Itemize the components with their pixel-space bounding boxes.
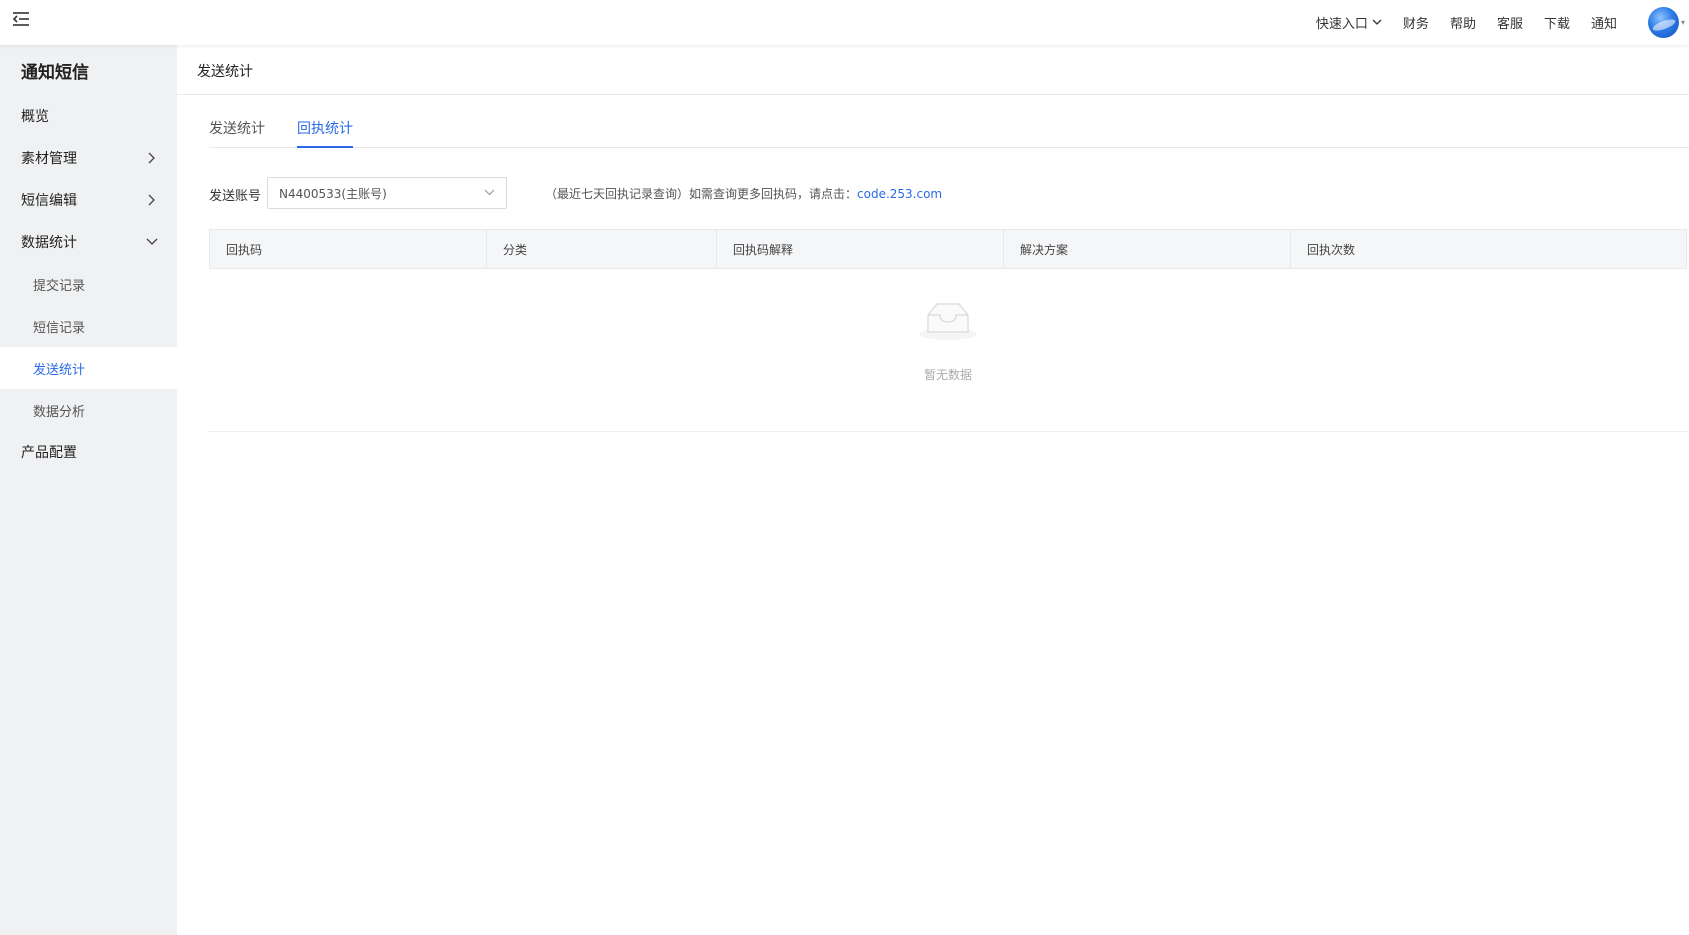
sidebar-subitem-label: 短信记录 xyxy=(33,320,86,336)
table-header: 回执码 分类 回执码解释 解决方案 回执次数 xyxy=(210,230,1686,269)
account-select-value: N4400533(主账号) xyxy=(279,186,387,201)
column-header-category: 分类 xyxy=(487,230,717,269)
sidebar-item-overview[interactable]: 概览 xyxy=(0,95,177,137)
chevron-down-icon xyxy=(484,189,495,196)
empty-inbox-icon xyxy=(918,299,978,345)
column-header-count: 回执次数 xyxy=(1307,243,1356,257)
sidebar-item-label: 素材管理 xyxy=(21,151,77,167)
column-header-receipt-code: 回执码 xyxy=(210,230,487,269)
quick-entry-label: 快速入口 xyxy=(1315,17,1368,32)
empty-text: 暂无数据 xyxy=(923,368,972,382)
nav-finance[interactable]: 财务 xyxy=(1403,13,1429,32)
sidebar-item-statistics[interactable]: 数据统计 xyxy=(0,221,177,263)
account-filter-label: 发送账号 xyxy=(209,189,262,204)
chevron-right-icon xyxy=(148,152,155,164)
sidebar-item-label: 产品配置 xyxy=(21,445,77,461)
nav-download[interactable]: 下载 xyxy=(1544,13,1570,32)
sidebar-item-materials[interactable]: 素材管理 xyxy=(0,137,177,179)
tab-send-statistics[interactable]: 发送统计 xyxy=(209,118,265,148)
nav-notifications[interactable]: 通知 xyxy=(1591,13,1617,32)
sidebar-title: 通知短信 xyxy=(21,63,89,83)
nav-support[interactable]: 客服 xyxy=(1497,13,1523,32)
table-empty-state: 暂无数据 xyxy=(209,268,1687,432)
receipt-hint-text: （最近七天回执记录查询）如需查询更多回执码，请点击： xyxy=(545,187,858,201)
page-title: 发送统计 xyxy=(197,64,253,80)
receipt-table: 回执码 分类 回执码解释 解决方案 回执次数 xyxy=(209,229,1687,269)
main-content: 发送统计 发送统计 回执统计 发送账号 N4400533(主账号) （最近七天回… xyxy=(177,45,1689,935)
chevron-down-icon xyxy=(146,238,158,245)
top-nav: 快速入口 财务 帮助 客服 下载 通知 ▾ xyxy=(1316,0,1689,45)
chevron-down-icon xyxy=(1372,19,1382,25)
quick-entry-dropdown[interactable]: 快速入口 xyxy=(1316,13,1382,32)
sidebar-item-label: 数据统计 xyxy=(21,235,77,251)
sidebar-subitem-label: 发送统计 xyxy=(33,362,86,378)
sidebar-item-product-config[interactable]: 产品配置 xyxy=(0,431,177,473)
sidebar-item-label: 短信编辑 xyxy=(21,193,77,209)
avatar-caret-icon[interactable]: ▾ xyxy=(1681,0,1689,45)
chevron-right-icon xyxy=(148,194,155,206)
sidebar-item-label: 概览 xyxy=(21,109,49,125)
sidebar-item-sms-edit[interactable]: 短信编辑 xyxy=(0,179,177,221)
receipt-hint: （最近七天回执记录查询）如需查询更多回执码，请点击：code.253.com xyxy=(545,185,942,202)
column-header-solution: 解决方案 xyxy=(1004,230,1291,269)
sidebar-subitem-send-statistics[interactable]: 发送统计 xyxy=(0,347,177,389)
sidebar-subitem-label: 数据分析 xyxy=(33,404,86,420)
account-select[interactable]: N4400533(主账号) xyxy=(267,177,507,209)
avatar[interactable] xyxy=(1648,7,1679,38)
receipt-code-link[interactable]: code.253.com xyxy=(857,187,942,201)
top-header: 快速入口 财务 帮助 客服 下载 通知 ▾ xyxy=(0,0,1689,45)
menu-collapse-icon[interactable] xyxy=(10,8,32,30)
sidebar: 通知短信 概览 素材管理 短信编辑 数据统计 提交记录 短信记录 发送统计 数据… xyxy=(0,45,177,935)
sidebar-subitem-label: 提交记录 xyxy=(33,278,86,294)
tab-receipt-statistics[interactable]: 回执统计 xyxy=(297,118,353,148)
tab-bar: 发送统计 回执统计 xyxy=(209,118,1689,148)
sidebar-subitem-data-analysis[interactable]: 数据分析 xyxy=(0,389,177,431)
nav-help[interactable]: 帮助 xyxy=(1450,13,1476,32)
divider xyxy=(177,94,1689,95)
column-header-explanation: 回执码解释 xyxy=(717,230,1004,269)
sidebar-subitem-submit-records[interactable]: 提交记录 xyxy=(0,263,177,305)
sidebar-subitem-sms-records[interactable]: 短信记录 xyxy=(0,305,177,347)
